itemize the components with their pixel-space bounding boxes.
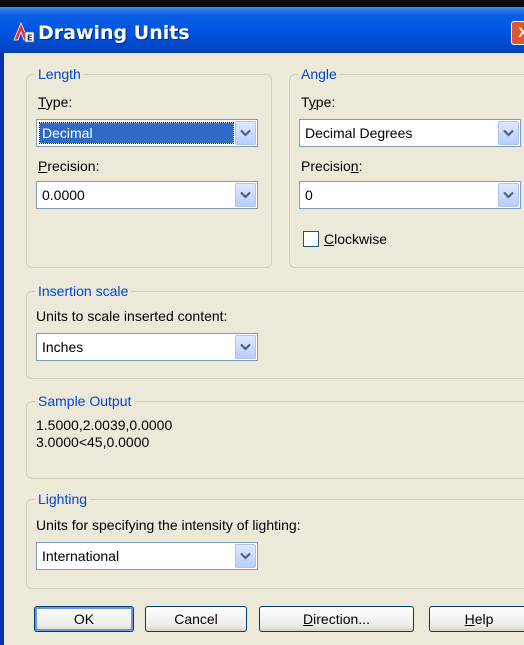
angle-legend: Angle <box>298 66 340 82</box>
lighting-units-value: International <box>42 548 120 564</box>
clockwise-checkbox[interactable] <box>303 231 319 247</box>
insertion-units-select[interactable]: Inches <box>36 333 258 361</box>
lighting-units-select[interactable]: International <box>36 542 258 570</box>
angle-precision-label: Precision: <box>301 158 363 174</box>
window-title: Drawing Units <box>38 22 190 44</box>
ok-button[interactable]: OK <box>34 606 134 632</box>
insertion-scale-label: Units to scale inserted content: <box>36 308 228 324</box>
chevron-down-icon[interactable] <box>498 183 519 207</box>
help-button[interactable]: Help <box>429 606 524 632</box>
clockwise-label[interactable]: Clockwise <box>324 231 387 247</box>
sample-output-line-1: 1.5000,2.0039,0.0000 <box>36 417 173 433</box>
sample-output-legend: Sample Output <box>35 393 135 409</box>
close-button[interactable]: X <box>511 21 524 45</box>
chevron-down-icon[interactable] <box>498 121 519 145</box>
length-legend: Length <box>35 66 84 82</box>
length-precision-label: Precision: <box>38 158 100 174</box>
chevron-down-icon[interactable] <box>235 183 256 207</box>
dialog-body: Length Type: Decimal Precision: 0.0000 A… <box>4 53 524 645</box>
autocad-icon: E <box>12 21 36 43</box>
direction-button[interactable]: Direction... <box>259 606 414 632</box>
length-precision-value: 0.0000 <box>42 187 85 203</box>
title-bar[interactable]: E Drawing Units X <box>0 7 524 53</box>
angle-type-label: Type: <box>301 94 336 110</box>
insertion-units-value: Inches <box>42 339 84 355</box>
sample-output-line-2: 3.0000<45,0.0000 <box>36 434 150 450</box>
length-precision-select[interactable]: 0.0000 <box>36 181 258 209</box>
angle-precision-value: 0 <box>305 187 313 203</box>
cancel-button[interactable]: Cancel <box>145 606 247 632</box>
lighting-legend: Lighting <box>35 491 91 507</box>
angle-precision-select[interactable]: 0 <box>299 181 521 209</box>
chevron-down-icon[interactable] <box>235 544 256 568</box>
lighting-label: Units for specifying the intensity of li… <box>36 517 301 533</box>
svg-text:E: E <box>27 34 32 43</box>
chevron-down-icon[interactable] <box>235 335 256 359</box>
chevron-down-icon[interactable] <box>235 121 256 145</box>
insertion-scale-legend: Insertion scale <box>35 283 132 299</box>
angle-type-value: Decimal Degrees <box>305 125 413 141</box>
length-type-label: Type: <box>38 94 73 110</box>
length-type-value: Decimal <box>39 122 234 144</box>
angle-type-select[interactable]: Decimal Degrees <box>299 119 521 147</box>
length-type-select[interactable]: Decimal <box>36 119 258 147</box>
window-top-edge <box>0 0 524 7</box>
